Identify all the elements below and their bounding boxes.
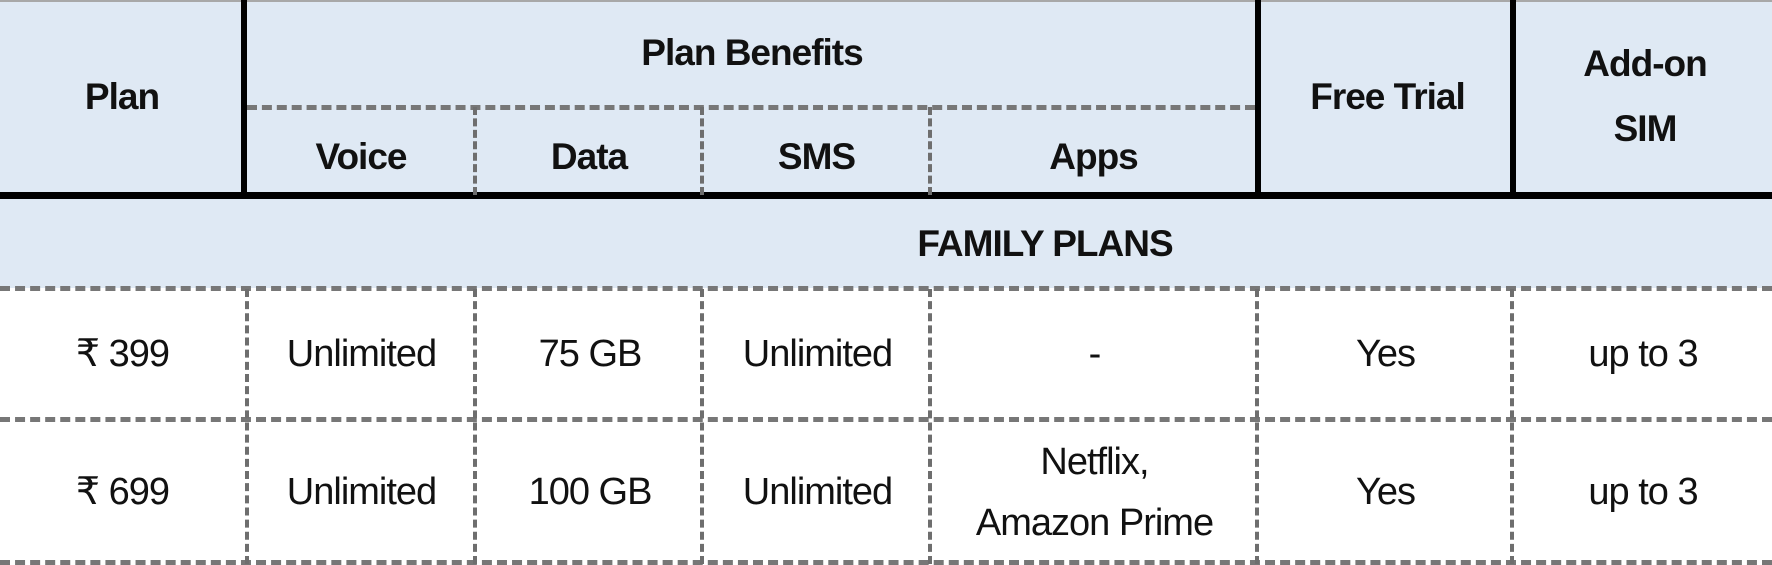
border-row1-bottom — [0, 417, 1772, 422]
header-plan: Plan — [0, 0, 244, 194]
cell-voice: Unlimited — [248, 292, 475, 418]
border-row2-bottom — [0, 560, 1772, 565]
apps-value-line1: - — [1088, 333, 1102, 376]
voice-value: Unlimited — [286, 333, 437, 376]
header-voice: Voice — [247, 110, 475, 194]
cell-plan: ₹ 399 — [0, 292, 245, 418]
cell-sms: Unlimited — [705, 424, 930, 562]
border-body-col1 — [245, 289, 249, 564]
cell-apps: Netflix, Amazon Prime — [932, 424, 1257, 562]
header-addon-sim: Add-on SIM — [1518, 0, 1772, 194]
border-body-col2 — [473, 289, 477, 564]
border-voice-right — [473, 107, 477, 195]
border-benefits-divider — [247, 105, 1255, 110]
header-addon-sim-line1: Add-on — [1583, 43, 1707, 85]
sms-value: Unlimited — [742, 333, 893, 376]
border-header-bottom — [0, 192, 1772, 199]
voice-value: Unlimited — [286, 471, 437, 514]
cell-free-trial: Yes — [1259, 424, 1512, 562]
header-data: Data — [475, 110, 703, 194]
header-plan-benefits: Plan Benefits — [247, 0, 1257, 107]
header-apps-label: Apps — [1049, 135, 1138, 177]
cell-voice: Unlimited — [248, 424, 475, 562]
header-sms-label: SMS — [777, 135, 856, 177]
border-section-bottom — [0, 286, 1772, 291]
cell-addon-sim: up to 3 — [1514, 424, 1772, 562]
header-free-trial-label: Free Trial — [1310, 75, 1466, 117]
header-free-trial: Free Trial — [1263, 0, 1512, 194]
cell-addon-sim: up to 3 — [1514, 292, 1772, 418]
cell-apps: - — [932, 292, 1257, 418]
free-trial-value: Yes — [1356, 471, 1416, 514]
header-plan-label: Plan — [84, 75, 160, 117]
cell-sms: Unlimited — [705, 292, 930, 418]
border-freetrial-right — [1510, 0, 1516, 196]
section-family-plans: FAMILY PLANS — [0, 200, 1772, 288]
plan-price: ₹ 699 — [75, 471, 170, 514]
apps-value-line1: Netflix, — [1040, 441, 1149, 484]
border-body-col3 — [700, 289, 704, 564]
header-data-label: Data — [550, 135, 628, 177]
cell-data: 100 GB — [477, 424, 703, 562]
apps-value-line2: Amazon Prime — [975, 502, 1214, 544]
border-data-right — [700, 107, 704, 195]
data-value: 100 GB — [528, 471, 653, 514]
header-plan-benefits-label: Plan Benefits — [641, 32, 863, 74]
border-plan-right — [241, 0, 247, 196]
addon-sim-value: up to 3 — [1588, 333, 1698, 376]
cell-data: 75 GB — [477, 292, 703, 418]
addon-sim-value: up to 3 — [1588, 471, 1698, 514]
cell-plan: ₹ 699 — [0, 424, 245, 562]
border-sms-right — [928, 107, 932, 195]
border-body-col5 — [1255, 289, 1259, 564]
header-addon-sim-line2: SIM — [1613, 108, 1678, 149]
header-voice-label: Voice — [315, 135, 408, 177]
header-sms: SMS — [703, 110, 930, 194]
plan-price: ₹ 399 — [75, 333, 170, 376]
sms-value: Unlimited — [742, 471, 893, 514]
border-body-col6 — [1510, 289, 1514, 564]
header-apps: Apps — [930, 110, 1257, 194]
border-apps-right — [1255, 0, 1261, 196]
data-value: 75 GB — [538, 333, 643, 376]
border-body-col4 — [928, 289, 932, 564]
free-trial-value: Yes — [1356, 333, 1416, 376]
cell-free-trial: Yes — [1259, 292, 1512, 418]
section-family-plans-label: FAMILY PLANS — [917, 222, 1173, 264]
